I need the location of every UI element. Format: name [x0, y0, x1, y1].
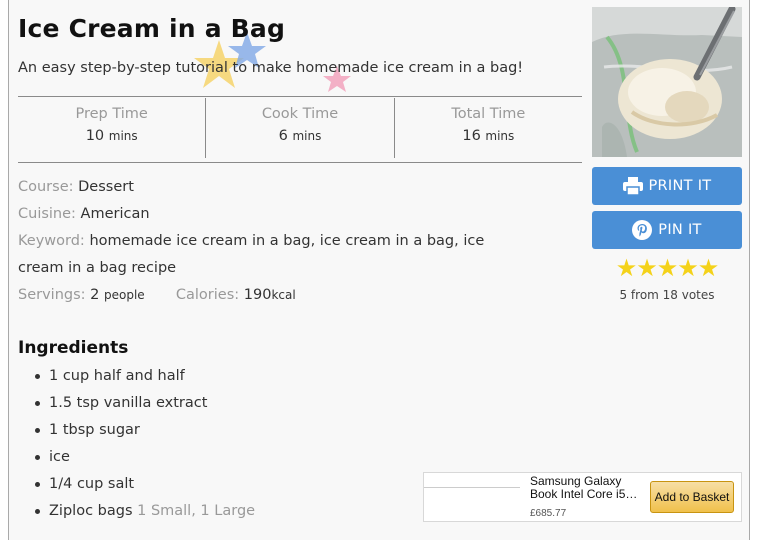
divider-top [18, 96, 582, 97]
prep-time-value: 10 [85, 128, 105, 144]
ingredients-list: 1 cup half and half 1.5 tsp vanilla extr… [35, 366, 255, 528]
pin-button-label: PIN IT [658, 222, 702, 238]
pin-button[interactable]: PIN IT [592, 211, 742, 249]
ingredients-heading: Ingredients [18, 338, 129, 358]
cook-time-label: Cook Time [261, 106, 339, 122]
course-row: Course: Dessert [18, 178, 134, 196]
total-time-label: Total Time [451, 106, 526, 122]
recipe-card: Ice Cream in a Bag An easy step-by-step … [8, 0, 750, 540]
advert-image [424, 473, 520, 488]
keyword-row: Keyword: homemade ice cream in a bag, ic… [18, 232, 484, 250]
total-time-unit: mins [485, 129, 515, 143]
keyword-label: Keyword: [18, 233, 85, 249]
ingredient-text: Ziploc bags [49, 503, 133, 519]
keyword-value-line1: homemade ice cream in a bag, ice cream i… [89, 233, 485, 249]
ice-cream-bag-image [592, 7, 742, 157]
pinterest-icon [632, 220, 653, 240]
ingredient-note: 1 Small, 1 Large [137, 503, 256, 519]
ingredient-text: 1/4 cup salt [49, 476, 135, 492]
ingredient-item: 1 cup half and half [35, 366, 255, 393]
advert-title[interactable]: Samsung Galaxy Book Intel Core i5… [530, 475, 640, 501]
prep-time-label: Prep Time [75, 106, 148, 122]
calories-label: Calories: [175, 287, 240, 303]
cook-time: Cook Time 6 mins [205, 98, 393, 158]
divider-bottom [18, 162, 582, 163]
nutrition-row: Servings: 2 people Calories: 190kcal [18, 286, 296, 304]
calories-value: 190 [243, 287, 272, 303]
ingredient-text: 1 cup half and half [49, 368, 185, 384]
recipe-title: Ice Cream in a Bag [18, 14, 286, 43]
printer-icon [622, 177, 643, 195]
prep-time: Prep Time 10 mins [18, 98, 205, 158]
cuisine-row: Cuisine: American [18, 205, 150, 223]
ingredient-item: Ziploc bags 1 Small, 1 Large [35, 501, 255, 528]
cook-time-unit: mins [292, 129, 322, 143]
rating-text: 5 from 18 votes [619, 288, 715, 302]
rating-stars[interactable]: ★★★★★ [592, 256, 742, 280]
advert-price: £685.77 [530, 508, 567, 519]
course-value: Dessert [78, 179, 134, 195]
print-button[interactable]: PRINT IT [592, 167, 742, 205]
ingredient-item: 1 tbsp sugar [35, 420, 255, 447]
cuisine-value: American [80, 206, 150, 222]
servings-value: 2 [90, 287, 100, 303]
total-time-value: 16 [462, 128, 481, 144]
times-row: Prep Time 10 mins Cook Time 6 mins Total… [18, 98, 582, 158]
servings-unit: people [103, 288, 145, 302]
ingredient-item: ice [35, 447, 255, 474]
cook-time-value: 6 [278, 128, 288, 144]
recipe-photo [592, 7, 742, 157]
recipe-summary: An easy step-by-step tutorial to make ho… [18, 60, 524, 76]
total-time: Total Time 16 mins [393, 98, 582, 158]
print-button-label: PRINT IT [648, 178, 712, 194]
ingredient-item: 1/4 cup salt [35, 474, 255, 501]
add-to-basket-button[interactable]: Add to Basket [650, 481, 734, 513]
course-label: Course: [18, 179, 74, 195]
ingredient-item: 1.5 tsp vanilla extract [35, 393, 255, 420]
cuisine-label: Cuisine: [18, 206, 76, 222]
advert-banner[interactable]: Samsung Galaxy Book Intel Core i5… £685.… [423, 472, 742, 522]
servings-label: Servings: [18, 287, 86, 303]
ingredient-text: 1 tbsp sugar [49, 422, 140, 438]
keyword-value-line2: cream in a bag recipe [18, 260, 177, 276]
prep-time-unit: mins [108, 129, 138, 143]
keyword-row-cont: cream in a bag recipe [18, 259, 176, 277]
calories-unit: kcal [271, 288, 296, 302]
ingredient-text: 1.5 tsp vanilla extract [49, 395, 208, 411]
ingredient-text: ice [49, 449, 70, 465]
